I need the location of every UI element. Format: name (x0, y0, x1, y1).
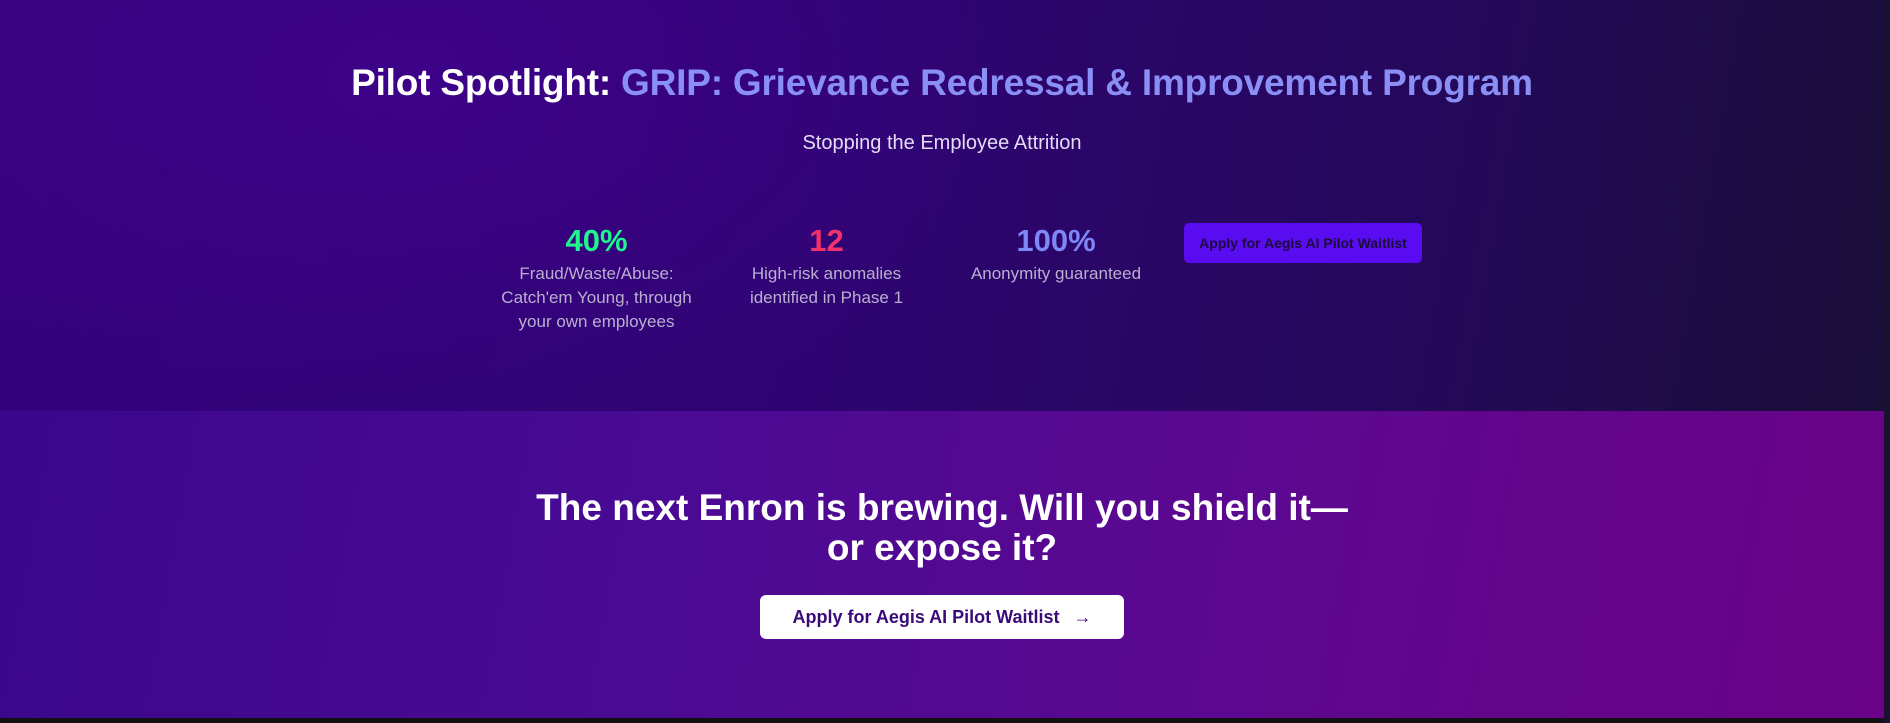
cta-title: The next Enron is brewing. Will you shie… (536, 487, 1348, 568)
cta-section: The next Enron is brewing. Will you shie… (0, 411, 1890, 718)
stat-value: 40% (565, 223, 628, 258)
stat-value: 100% (1016, 223, 1096, 258)
spotlight-title-accent: GRIP: Grievance Redressal & Improvement … (621, 62, 1533, 103)
stat-anomalies: 12 High-risk anomalies identified in Pha… (735, 222, 918, 310)
stat-fraud: 40% Fraud/Waste/Abuse: Catch'em Young, t… (490, 222, 703, 334)
spotlight-subtitle: Stopping the Employee Attrition (802, 132, 1082, 154)
right-edge (1884, 0, 1890, 723)
stat-anonymity: 100% Anonymity guaranteed (960, 222, 1152, 286)
stat-value: 12 (809, 223, 844, 258)
stat-label: Anonymity guaranteed (970, 264, 1142, 283)
apply-waitlist-button-cta[interactable]: Apply for Aegis AI Pilot Waitlist → (760, 595, 1124, 639)
stat-label: High-risk anomalies identified in Phase … (749, 264, 904, 307)
arrow-right-icon: → (1073, 606, 1092, 627)
stat-label: Fraud/Waste/Abuse: Catch'em Young, throu… (501, 264, 692, 331)
pilot-spotlight-section: Pilot Spotlight: GRIP: Grievance Redress… (0, 0, 1890, 411)
page: Pilot Spotlight: GRIP: Grievance Redress… (0, 0, 1890, 723)
bottom-divider (0, 718, 1890, 723)
cta-button-label: Apply for Aegis AI Pilot Waitlist (792, 606, 1060, 627)
spotlight-title-prefix: Pilot Spotlight: (351, 62, 622, 103)
apply-waitlist-button-spotlight[interactable]: Apply for Aegis AI Pilot Waitlist (1184, 223, 1422, 263)
spotlight-title: Pilot Spotlight: GRIP: Grievance Redress… (0, 62, 1884, 104)
